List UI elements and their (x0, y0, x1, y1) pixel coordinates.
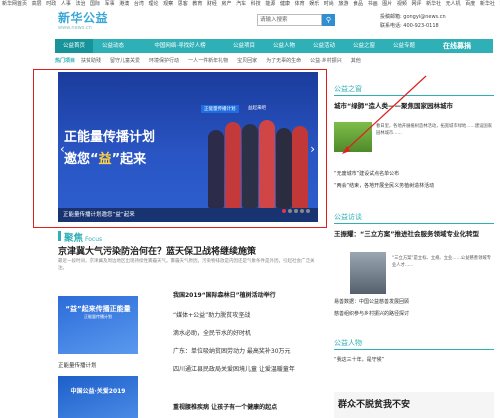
focus-summary: 最近一段时间，京津冀及周边地区出现持续性雾霾天气。雾霾天气原因，污染物排放是内因… (58, 259, 315, 271)
top-nav-item[interactable]: 教育 (192, 1, 202, 7)
contact-info: 投稿邮箱: gongyi@news.cn 联系电话: 400-923-0118 (380, 13, 446, 31)
site-logo[interactable]: 新华公益 www.news.cn (58, 11, 108, 37)
top-nav-item[interactable]: 书画 (368, 1, 378, 7)
interview-section-title: 公益访谈 (334, 213, 362, 221)
divider (334, 95, 494, 96)
top-nav-item[interactable]: 房产 (222, 1, 232, 7)
logo-sub-text: www.news.cn (58, 25, 92, 31)
top-nav-item[interactable]: 旅游 (338, 1, 348, 7)
window-section-title: 公益之窗 (334, 85, 362, 93)
contact-phone: 联系电话: 400-923-0118 (380, 23, 439, 29)
top-nav-item[interactable]: 视频 (397, 1, 407, 7)
sub-nav-item[interactable]: 留守儿童关爱 (110, 58, 140, 64)
news-item[interactable]: 四川通江县民政局关爱困境儿童 让爱温暖童年 (173, 364, 295, 373)
top-nav-item[interactable]: 人事 (61, 1, 71, 7)
window-text: 春日里，各地开展植树造林活动，拓宽城市绿地……建设国家园林城市…… (376, 124, 493, 136)
news-item[interactable]: “媒体+公益”助力脱贫攻坚战 (173, 310, 250, 319)
top-nav-item[interactable]: 科技 (251, 1, 261, 7)
top-nav-item[interactable]: 国际 (90, 1, 100, 7)
sub-nav-item[interactable]: 扶贫助残 (81, 58, 101, 64)
top-nav-item[interactable]: 无人机 (446, 1, 461, 7)
nav-item-topics[interactable]: 公益专题 (385, 39, 423, 53)
highlight-box (33, 69, 327, 228)
divider (334, 223, 494, 224)
top-nav-item[interactable]: 网评 (411, 1, 421, 7)
nav-item-good-people[interactable]: 中国网络·寻找好人榜 (135, 39, 225, 53)
news-item[interactable]: 滴水必助，全民节水的好时机 (173, 328, 251, 337)
top-nav-item[interactable]: 健康 (280, 1, 290, 7)
divider (334, 349, 494, 350)
interview-link-2[interactable]: 慈善组织参与乡村振兴的路径探讨 (334, 310, 409, 317)
top-nav-item[interactable]: 新华社 (426, 1, 441, 7)
top-nav-item[interactable]: 法治 (75, 1, 85, 7)
nav-item-news[interactable]: 公益动态 (95, 39, 131, 53)
person-section-title: 公益人物 (334, 339, 362, 347)
contact-email: 投稿邮箱: gongyi@news.cn (380, 14, 446, 20)
news-item[interactable]: 我国2019“国际森林日”植树活动举行 (173, 290, 276, 299)
top-nav-item[interactable]: 图片 (382, 1, 392, 7)
logo-main-text: 新华公益 (58, 11, 109, 25)
nav-item-activities[interactable]: 公益活动 (305, 39, 343, 53)
window-headline[interactable]: 城市“绿肺”造人类——聚焦国家园林城市 (334, 100, 453, 110)
thumb-gongyi-2019[interactable]: 中国公益·关爱2019 (58, 376, 138, 418)
person-text[interactable]: “我这三十年，是守候” (334, 356, 384, 363)
top-nav-item[interactable]: 新华网首页 (2, 1, 27, 7)
top-nav: 新华网首页 高层 时政 人事 法治 国际 军事 港澳 台湾 理论 观察 思客 教育 财经 房产 汽车 科技 能源健… (0, 0, 500, 9)
bottom-banner[interactable]: 群众不脱贫我不安 (334, 392, 494, 418)
top-nav-item[interactable]: 百度 (465, 1, 475, 7)
tree-image[interactable] (334, 122, 372, 152)
top-nav-item[interactable]: 港澳 (119, 1, 129, 7)
search-input[interactable]: 请输入搜索 (257, 14, 322, 26)
top-nav-item[interactable]: 军事 (105, 1, 115, 7)
section-bar (58, 231, 61, 241)
sub-nav-item[interactable]: 一人一件新年礼物 (188, 58, 228, 64)
interview-headline[interactable]: 王振耀：“三立方案”推进社会服务领域专业化转型 (334, 228, 479, 238)
top-nav-item[interactable]: 理论 (148, 1, 158, 7)
top-nav-item[interactable]: 娱乐 (309, 1, 319, 7)
top-nav-item[interactable]: 台湾 (134, 1, 144, 7)
top-nav-item[interactable]: 时尚 (324, 1, 334, 7)
search-icon: ⚲ (325, 16, 332, 24)
interview-portrait[interactable] (350, 252, 386, 294)
sub-nav-item[interactable]: 公益·乡村振兴 (310, 58, 342, 64)
top-nav-item[interactable]: 新华社 (480, 1, 495, 7)
top-nav-item[interactable]: 能源 (265, 1, 275, 7)
top-nav-item[interactable]: 观察 (163, 1, 173, 7)
top-nav-item[interactable]: 汽车 (236, 1, 246, 7)
top-nav-item[interactable]: 财经 (207, 1, 217, 7)
thumb-positive-energy[interactable]: “益”起来传播正能量 正能量传播计划 (58, 296, 138, 354)
sub-nav: 热门项目 扶贫助残 留守儿童关爱 环境保护行动 一人一件新年礼物 宝贝回家 为了无辜的生命 公… (55, 56, 493, 66)
top-nav-item[interactable]: 高层 (32, 1, 42, 7)
top-nav-item[interactable]: 思客 (178, 1, 188, 7)
top-nav-item[interactable]: 体育 (295, 1, 305, 7)
sub-nav-item[interactable]: 为了无辜的生命 (266, 58, 301, 64)
sub-nav-hot-label: 热门项目 (55, 58, 76, 64)
search-button[interactable]: ⚲ (322, 14, 335, 26)
nav-item-projects[interactable]: 公益项目 (225, 39, 263, 53)
focus-section-title: 聚焦 Focus (64, 233, 103, 244)
interview-link-1[interactable]: 易善数据：中国公益慈善发展回顾 (334, 298, 409, 305)
nav-item-donate[interactable]: 在线募捐 (427, 39, 487, 53)
sub-nav-item[interactable]: 宝贝回家 (237, 58, 257, 64)
thumb-caption[interactable]: 正能量传播计划 (58, 361, 138, 369)
nav-item-home[interactable]: 公益首页 (55, 39, 93, 53)
window-link-2[interactable]: “两会”结束，各地开展全民义务植树造林活动 (334, 182, 434, 189)
sub-nav-item[interactable]: 环境保护行动 (149, 58, 179, 64)
news-item[interactable]: 重视腰椎疾病 让孩子有一个健康的起点 (173, 402, 277, 411)
focus-headline[interactable]: 京津冀大气污染防治何在？蓝天保卫战将继续施策 (58, 244, 256, 257)
top-nav-item[interactable]: 食品 (353, 1, 363, 7)
nav-item-window[interactable]: 公益之窗 (345, 39, 383, 53)
main-nav: 公益首页 公益动态 中国网络·寻找好人榜 公益项目 公益人物 公益活动 公益之窗… (55, 39, 493, 53)
interview-text: “三立方案”是立标、立规、立业……公益慈善领域专业人才…… (392, 256, 491, 268)
top-nav-item[interactable]: 时政 (46, 1, 56, 7)
news-item[interactable]: 广东：单位吸纳贫困劳动力 最高奖补30万元 (173, 346, 291, 355)
window-link-1[interactable]: “无废城市”建设试点名单公布 (334, 170, 399, 177)
sub-nav-item[interactable]: 其他 (351, 58, 361, 64)
nav-item-people[interactable]: 公益人物 (265, 39, 303, 53)
